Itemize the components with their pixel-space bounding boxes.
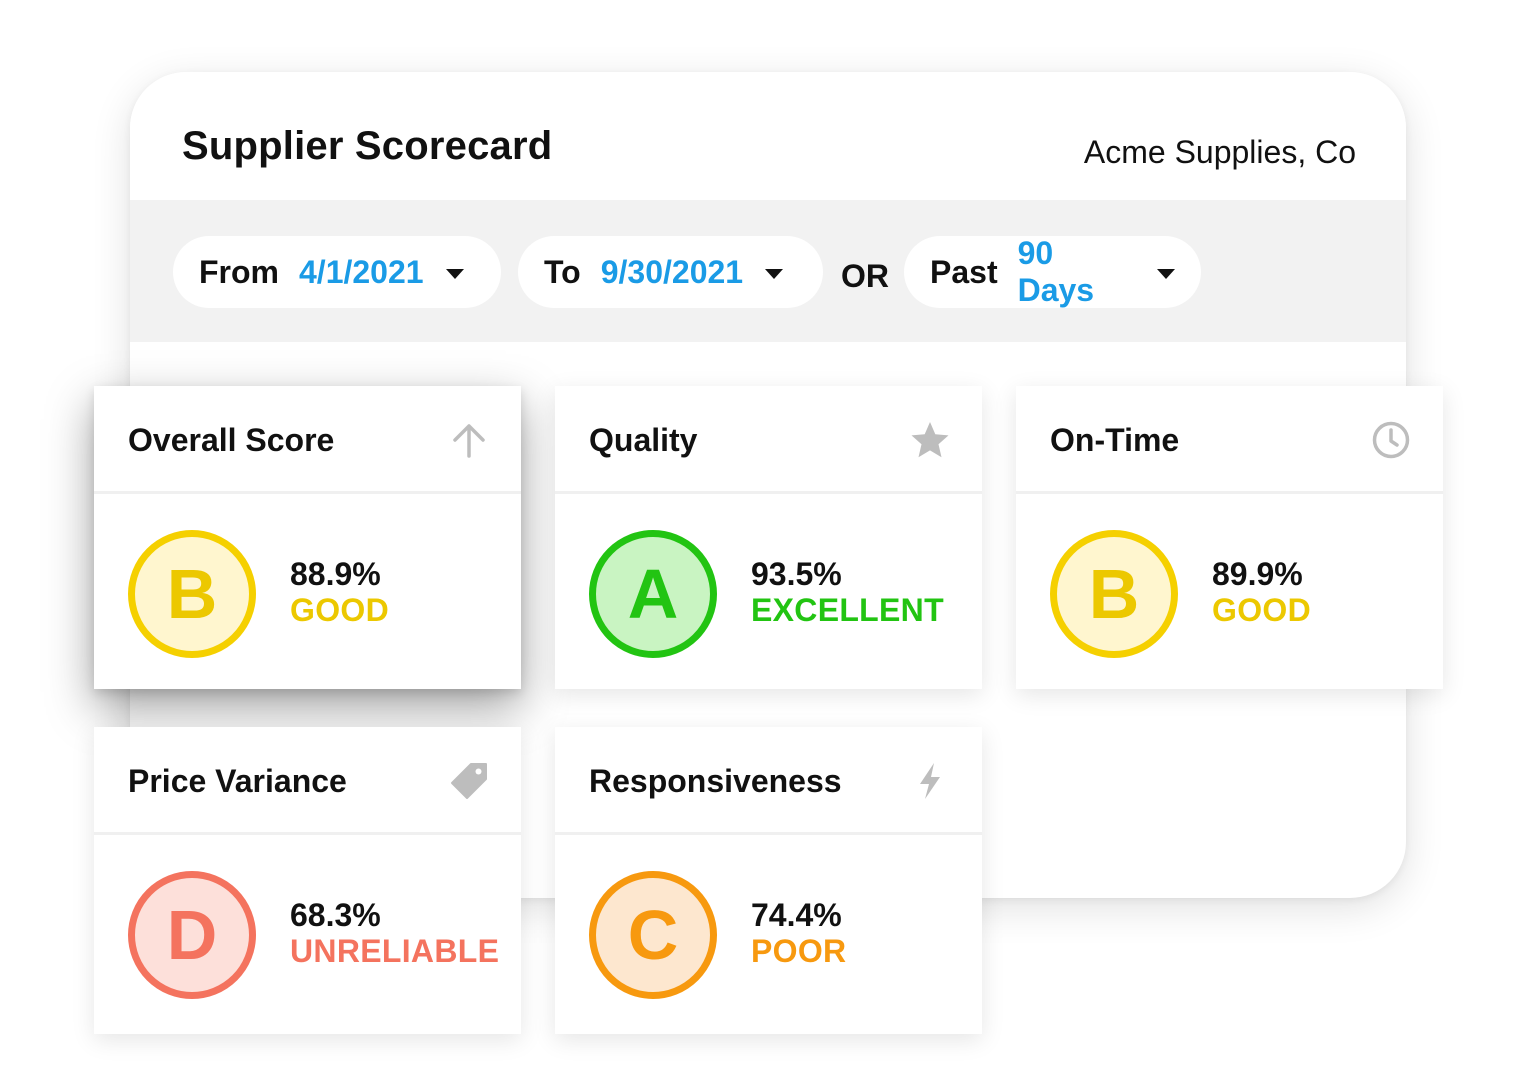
rating-label: GOOD bbox=[290, 592, 389, 628]
star-icon bbox=[911, 422, 949, 458]
card-header: Quality bbox=[555, 386, 982, 494]
past-period-dropdown[interactable]: Past 90 Days bbox=[904, 235, 1201, 308]
card-body: B 88.9% GOOD bbox=[94, 494, 521, 689]
or-separator: OR bbox=[841, 258, 889, 294]
card-header: On-Time bbox=[1016, 386, 1443, 494]
grade-badge: D bbox=[128, 871, 256, 999]
arrow-up-icon bbox=[453, 424, 485, 458]
card-title: Quality bbox=[589, 422, 698, 458]
rating-label: GOOD bbox=[1212, 592, 1311, 628]
card-body: A 93.5% EXCELLENT bbox=[555, 494, 982, 689]
rating-label: EXCELLENT bbox=[751, 592, 944, 628]
grade-badge: A bbox=[589, 530, 717, 658]
past-label: Past bbox=[930, 253, 998, 290]
card-price-variance[interactable]: Price Variance D 68.3% UNRELIABLE bbox=[94, 727, 521, 1034]
card-title: Responsiveness bbox=[589, 763, 842, 799]
date-filter-bar: From 4/1/2021 To 9/30/2021 OR Past 90 Da… bbox=[130, 200, 1406, 342]
score-percent: 74.4% bbox=[751, 897, 842, 933]
card-body: D 68.3% UNRELIABLE bbox=[94, 835, 521, 1030]
to-date-dropdown[interactable]: To 9/30/2021 bbox=[518, 236, 823, 308]
card-responsiveness[interactable]: Responsiveness C 74.4% POOR bbox=[555, 727, 982, 1034]
tag-icon bbox=[451, 763, 487, 799]
rating-label: POOR bbox=[751, 933, 847, 969]
card-header: Price Variance bbox=[94, 727, 521, 835]
card-title: Price Variance bbox=[128, 763, 347, 799]
rating-label: UNRELIABLE bbox=[290, 933, 500, 969]
from-date-dropdown[interactable]: From 4/1/2021 bbox=[173, 236, 501, 308]
card-overall-score[interactable]: Overall Score B 88.9% GOOD bbox=[94, 386, 521, 689]
card-title: Overall Score bbox=[128, 422, 335, 458]
clock-icon bbox=[1372, 421, 1410, 459]
card-body: B 89.9% GOOD bbox=[1016, 494, 1443, 689]
score-percent: 89.9% bbox=[1212, 556, 1303, 592]
card-quality[interactable]: Quality A 93.5% EXCELLENT bbox=[555, 386, 982, 689]
to-date-value: 9/30/2021 bbox=[600, 253, 744, 290]
grade-badge: C bbox=[589, 871, 717, 999]
score-percent: 68.3% bbox=[290, 897, 381, 933]
chevron-down-icon bbox=[1157, 269, 1175, 279]
score-percent: 88.9% bbox=[290, 556, 381, 592]
chevron-down-icon bbox=[765, 269, 784, 279]
panel-header: Supplier Scorecard Acme Supplies, Co bbox=[130, 72, 1406, 200]
to-label: To bbox=[544, 253, 581, 290]
card-header: Overall Score bbox=[94, 386, 521, 494]
lightning-icon bbox=[920, 763, 940, 799]
grade-badge: B bbox=[128, 530, 256, 658]
card-on-time[interactable]: On-Time B 89.9% GOOD bbox=[1016, 386, 1443, 689]
card-title: On-Time bbox=[1050, 422, 1180, 458]
supplier-name: Acme Supplies, Co bbox=[1083, 134, 1356, 170]
card-body: C 74.4% POOR bbox=[555, 835, 982, 1030]
card-header: Responsiveness bbox=[555, 727, 982, 835]
score-percent: 93.5% bbox=[751, 556, 842, 592]
past-period-value: 90 Days bbox=[1017, 235, 1095, 308]
from-label: From bbox=[199, 253, 279, 290]
scorecard-stage: Supplier Scorecard Acme Supplies, Co Fro… bbox=[0, 0, 1536, 1089]
page-title: Supplier Scorecard bbox=[182, 124, 553, 168]
chevron-down-icon bbox=[445, 269, 464, 279]
grade-badge: B bbox=[1050, 530, 1178, 658]
from-date-value: 4/1/2021 bbox=[299, 253, 424, 290]
